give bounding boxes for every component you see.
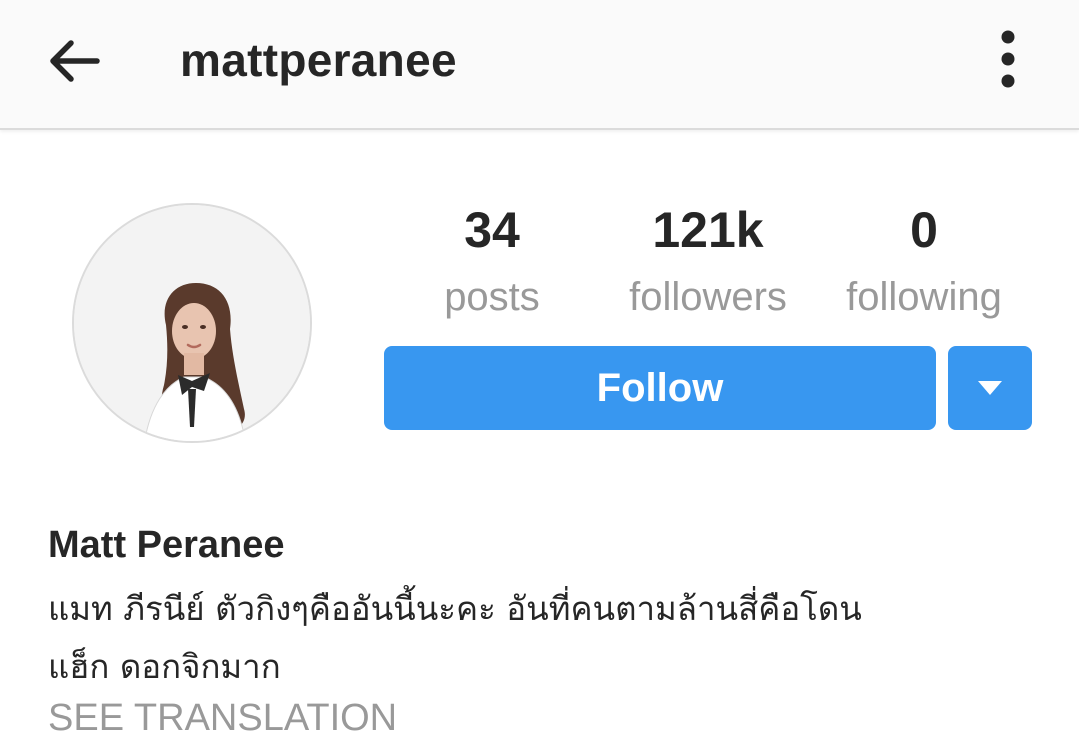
stat-following-label: following [846, 275, 1002, 319]
stat-followers[interactable]: 121k followers [608, 198, 808, 332]
suggested-accounts-dropdown-button[interactable] [948, 346, 1032, 430]
arrow-left-icon [50, 40, 100, 82]
bio-line-2: แฮ็ก ดอกจิกมาก [48, 647, 281, 686]
more-options-button[interactable] [984, 26, 1032, 92]
top-app-bar: mattperanee [0, 0, 1079, 130]
bio-line-1: แมท ภีรนีย์ ตัวกิงๆคืออันนี้นะคะ อันที่ค… [48, 589, 862, 628]
profile-avatar[interactable] [72, 203, 312, 443]
profile-full-name: Matt Peranee [48, 524, 285, 566]
profile-bio: แมท ภีรนีย์ ตัวกิงๆคืออันนี้นะคะ อันที่ค… [48, 580, 1048, 696]
stat-posts[interactable]: 34 posts [392, 198, 592, 332]
stat-followers-count: 121k [652, 202, 764, 258]
stat-posts-count: 34 [464, 202, 520, 258]
stat-posts-label: posts [444, 275, 540, 319]
stat-following-count: 0 [910, 202, 938, 258]
stat-following[interactable]: 0 following [824, 198, 1024, 332]
more-vertical-icon [1001, 30, 1015, 88]
profile-photo [74, 205, 310, 441]
back-button[interactable] [40, 28, 106, 94]
profile-username-title: mattperanee [180, 34, 457, 86]
see-translation-link[interactable]: SEE TRANSLATION [48, 692, 397, 744]
follow-button[interactable]: Follow [384, 346, 936, 430]
triangle-down-icon [978, 381, 1002, 395]
stat-followers-label: followers [629, 275, 787, 319]
